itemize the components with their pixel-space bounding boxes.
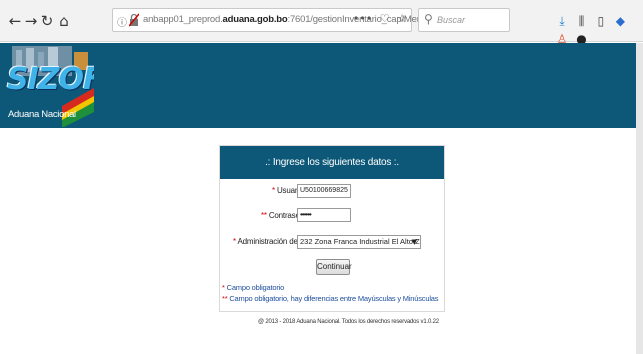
url-domain: aduana.gob.bo [222, 14, 288, 25]
required-mark: * [222, 283, 225, 292]
required-mark: * [272, 186, 275, 195]
page-edge [636, 43, 643, 354]
note-case-sensitive: ** Campo obligatorio, hay diferencias en… [222, 294, 439, 303]
continuar-button[interactable]: Continuar [316, 259, 352, 275]
usuario-input[interactable]: U50100669825 [297, 184, 351, 198]
required-mark: * [233, 237, 236, 246]
copyright-footer: @ 2013 - 2018 Aduana Nacional. Todos los… [258, 319, 439, 325]
reload-icon[interactable]: ↻ [38, 10, 56, 32]
panel-title: .: Ingrese los siguientes datos :. [220, 146, 444, 179]
logo-wordmark: SIZOF [7, 62, 94, 97]
url-prefix: anbapp01_preprod. [143, 14, 223, 25]
insecure-lock-icon[interactable] [129, 13, 139, 27]
password-input[interactable]: •••••• [297, 208, 351, 222]
pocket-icon[interactable]: ♡ [380, 12, 390, 25]
address-bar[interactable]: ⓘ anbapp01_preprod.aduana.gob.bo:7601/ge… [112, 8, 465, 32]
url-actions: ••• ♡ ☆ [349, 12, 407, 25]
browser-toolbar: ← → ↻ ⌂ ⓘ anbapp01_preprod.aduana.gob.bo… [0, 0, 643, 46]
search-box[interactable]: ⚲ Buscar [418, 8, 510, 32]
note-required: * Campo obligatorio [222, 283, 284, 292]
admin-select[interactable]: 232 Zona Franca Industrial El Alto ZFI ▼ [297, 235, 421, 249]
url-text[interactable]: anbapp01_preprod.aduana.gob.bo:7601/gest… [143, 14, 465, 25]
dropdown-arrow-icon: ▼ [411, 238, 417, 246]
search-placeholder: Buscar [437, 15, 466, 25]
toolbar-icons: ⤓ ⫼ ▯ ◆ ♙ ● [555, 12, 643, 46]
sidebar-icon[interactable]: ▯ [594, 13, 608, 29]
site-banner [0, 43, 643, 128]
bookmark-star-icon[interactable]: ☆ [397, 12, 407, 25]
extension-icon[interactable]: ◆ [613, 13, 627, 29]
logo-subtitle: Aduana Nacional [8, 109, 76, 120]
download-icon[interactable]: ⤓ [555, 13, 569, 29]
required-mark: ** [222, 294, 228, 303]
sizof-logo: SIZOF Aduana Nacional [2, 44, 94, 127]
admin-select-value: 232 Zona Franca Industrial El Alto ZFI [300, 237, 421, 246]
login-panel: .: Ingrese los siguientes datos :. * Usu… [219, 145, 445, 312]
library-icon[interactable]: ⫼ [574, 13, 588, 29]
note-required-text: Campo obligatorio [226, 283, 285, 292]
search-icon: ⚲ [424, 12, 433, 26]
info-icon[interactable]: ⓘ [117, 14, 127, 29]
note-case-sensitive-text: Campo obligatorio, hay diferencias entre… [229, 294, 439, 303]
page-actions-menu-icon[interactable]: ••• [353, 12, 372, 25]
home-icon[interactable]: ⌂ [55, 10, 73, 32]
required-mark: ** [261, 211, 267, 220]
